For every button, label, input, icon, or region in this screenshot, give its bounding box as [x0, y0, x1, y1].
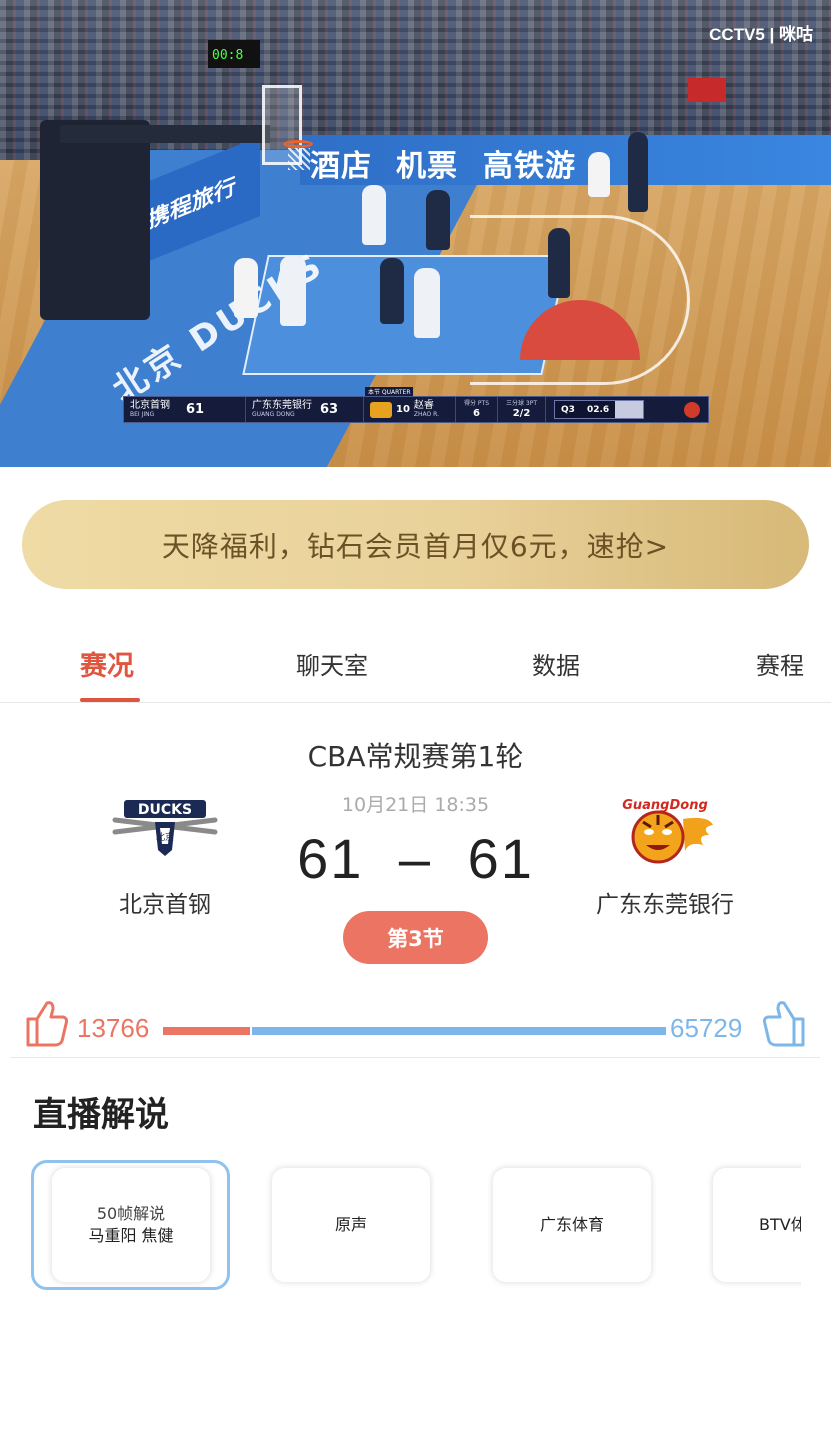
- scoreboard-away-name: 广东东莞银行: [252, 400, 312, 411]
- home-logo-sub: 北京: [156, 831, 174, 843]
- banner-word: 酒店: [310, 149, 372, 184]
- player-number: 10: [396, 404, 410, 415]
- player-name-en: ZHAO R.: [413, 411, 440, 418]
- match-title: CBA常规赛第1轮: [307, 740, 524, 773]
- tab-match[interactable]: 赛况: [80, 644, 134, 683]
- player: [280, 256, 306, 326]
- channel-watermark: CCTV5 | 咪咕: [709, 25, 813, 44]
- away-team-name[interactable]: 广东东莞银行: [565, 885, 765, 919]
- team-badge-icon: [370, 401, 392, 418]
- banner-word: 高铁游: [483, 149, 576, 184]
- away-score: 61: [467, 827, 534, 890]
- banner-word: 机票: [396, 149, 458, 184]
- player: [380, 258, 404, 324]
- home-team-name[interactable]: 北京首钢: [65, 885, 265, 919]
- ad-banner-board: 酒店 机票 高铁游: [300, 135, 831, 185]
- stat-points: 得分 PTS 6: [456, 397, 498, 422]
- option-commentators: 马重阳 焦健: [88, 1226, 174, 1245]
- tab-stats[interactable]: 数据: [532, 646, 580, 681]
- net: [288, 148, 310, 170]
- scoreboard-home-score: 61: [186, 402, 205, 417]
- tab-bar: 赛况 聊天室 数据 赛程: [0, 630, 831, 703]
- scoreboard-home: 北京首钢 BEI JING 61: [124, 397, 246, 422]
- tab-schedule[interactable]: 赛程: [756, 646, 804, 681]
- player: [362, 185, 386, 245]
- stat-threept-value: 2/2: [512, 407, 531, 419]
- stat-threept-label: 三分球 3PT: [506, 399, 538, 407]
- scoreboard-overlay: 北京首钢 BEI JING 61 广东东莞银行 GUANG DONG 63 10…: [123, 396, 709, 423]
- home-team-logo[interactable]: DUCKS 北京: [110, 798, 220, 858]
- thumbs-up-away-icon[interactable]: [762, 999, 806, 1047]
- score-separator: –: [398, 827, 433, 890]
- scoreboard-home-name: 北京首钢: [130, 400, 170, 411]
- referee: [234, 258, 258, 318]
- away-logo-text: GuangDong: [622, 798, 708, 813]
- live-video-player[interactable]: 酒店 机票 高铁游 携程旅行 00:8 北京 DUCKS CCTV5 | 咪咕 …: [0, 0, 831, 467]
- home-logo-text: DUCKS: [138, 802, 192, 818]
- clock-box: [615, 401, 644, 418]
- rim: [283, 140, 313, 148]
- vip-promo-banner[interactable]: 天降福利，钻石会员首月仅6元，速抢>: [22, 500, 809, 589]
- clock-value: 02.6: [586, 404, 610, 415]
- referee: [588, 152, 610, 197]
- official: [628, 132, 648, 212]
- home-score: 61: [297, 827, 364, 890]
- stat-threept: 三分球 3PT 2/2: [498, 397, 547, 422]
- support-meter: 13766 65729: [0, 995, 831, 1057]
- active-tab-indicator: [80, 698, 140, 702]
- scoreboard-away-score: 63: [320, 402, 339, 417]
- player-name: 赵睿: [413, 400, 434, 411]
- away-team-logo[interactable]: GuangDong: [613, 795, 718, 865]
- scoreboard-player: 10 赵睿 ZHAO R.: [364, 397, 456, 422]
- away-support-bar: [252, 1027, 666, 1035]
- quarter-tag: 本节 QUARTER: [365, 387, 414, 396]
- scoreboard-home-en: BEI JING: [130, 411, 155, 418]
- player: [426, 190, 450, 250]
- option-title: 广东体育: [539, 1214, 604, 1234]
- option-title: 50帧解说: [96, 1203, 166, 1223]
- tab-chatroom[interactable]: 聊天室: [296, 646, 368, 681]
- commentary-option-guangdong[interactable]: 广东体育: [492, 1167, 652, 1283]
- thumbs-up-home-icon[interactable]: [25, 999, 69, 1047]
- away-like-count: 65729: [670, 1013, 743, 1043]
- league-logo-icon: [684, 401, 700, 418]
- commentary-options: 50帧解说 马重阳 焦健 原声 广东体育 BTV体: [0, 1160, 801, 1295]
- commentary-section-title: 直播解说: [33, 1095, 169, 1135]
- game-clock: Q3 02.6: [554, 400, 645, 419]
- player-shooting: [548, 228, 570, 298]
- shot-clock: 00:8: [208, 40, 260, 68]
- option-title: 原声: [334, 1214, 367, 1234]
- stat-points-label: 得分 PTS: [464, 399, 489, 407]
- hoop-arm: [60, 125, 270, 143]
- divider: [10, 1057, 820, 1058]
- scoreboard-away: 广东东莞银行 GUANG DONG 63: [246, 397, 364, 422]
- home-like-count: 13766: [77, 1013, 150, 1043]
- hoop-stand: [40, 120, 150, 320]
- player: [414, 268, 440, 338]
- option-title: BTV体: [759, 1214, 801, 1234]
- home-support-bar: [163, 1027, 250, 1035]
- scoreboard-away-en: GUANG DONG: [252, 411, 295, 418]
- commentary-option-btv[interactable]: BTV体: [712, 1167, 801, 1283]
- commentary-option-original[interactable]: 原声: [271, 1167, 431, 1283]
- stat-points-value: 6: [473, 407, 480, 419]
- commentary-option-50fps[interactable]: 50帧解说 马重阳 焦健: [51, 1167, 211, 1283]
- period-badge[interactable]: 第3节: [343, 911, 488, 964]
- arena-sign: [688, 78, 726, 102]
- quarter-label: Q3: [561, 404, 575, 415]
